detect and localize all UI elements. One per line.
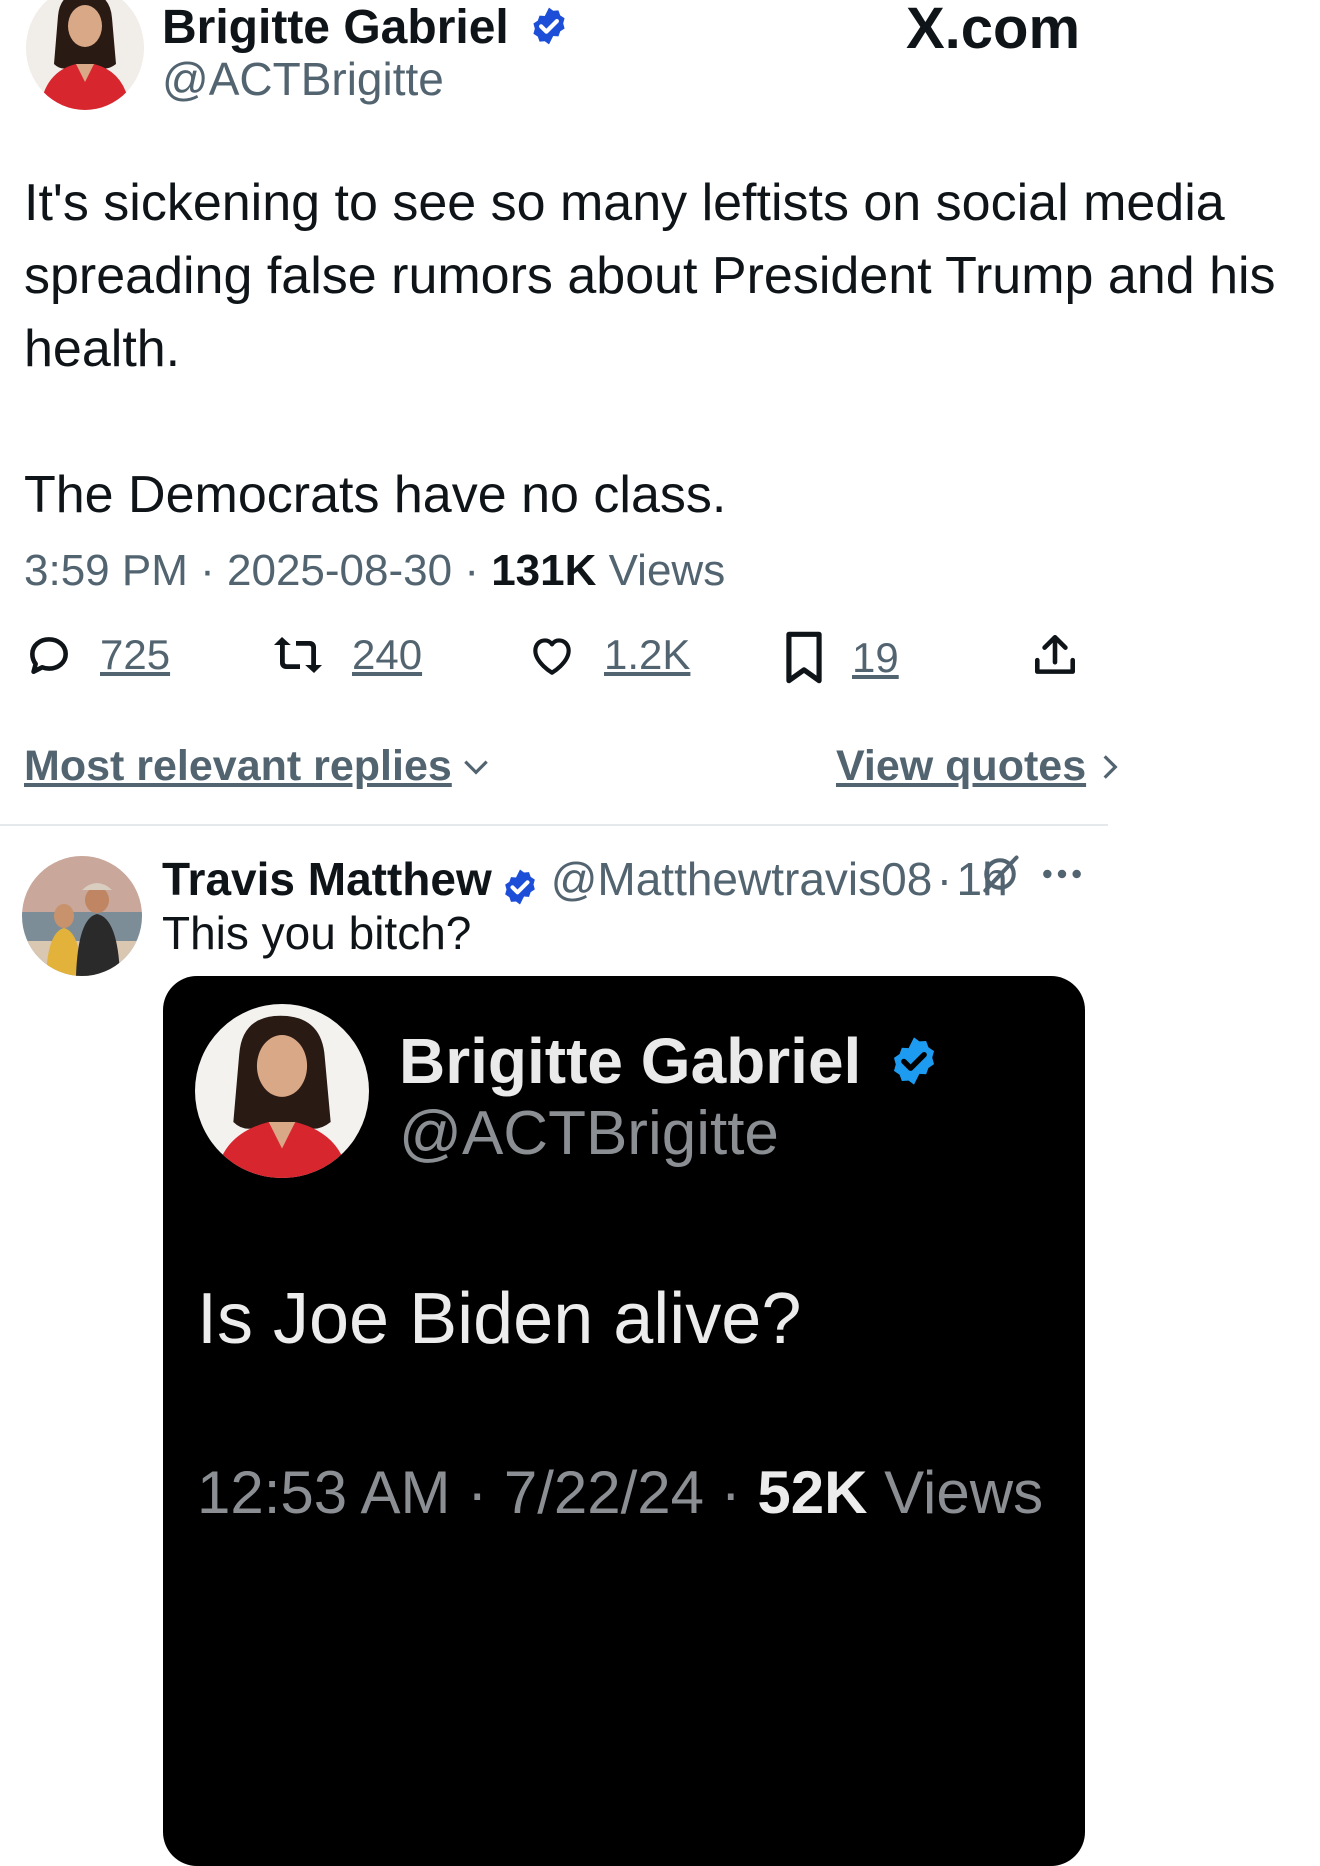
author-name-text[interactable]: Brigitte Gabriel — [162, 1, 509, 54]
bookmark-count[interactable]: 19 — [852, 634, 899, 682]
reply-author-name[interactable]: Travis Matthew — [162, 853, 492, 905]
reply-button[interactable]: 725 — [24, 630, 170, 680]
reply-count[interactable]: 725 — [100, 631, 170, 679]
repost-count[interactable]: 240 — [352, 631, 422, 679]
quoted-author-avatar — [195, 1004, 369, 1178]
quoted-views-label: Views — [884, 1459, 1044, 1526]
sort-replies-label[interactable]: Most relevant replies — [24, 742, 452, 791]
repost-icon — [274, 637, 322, 673]
quoted-tweet-meta: 12:53 AM · 7/22/24 · 52K Views — [197, 1458, 1043, 1527]
views-count: 131K — [491, 546, 597, 595]
watermark-text: X.com — [906, 0, 1081, 61]
reply-header: Travis Matthew @Matthewtravis08 · 1h — [162, 852, 1008, 907]
tweet-time[interactable]: 3:59 PM — [24, 546, 188, 595]
quoted-author-handle: @ACTBrigitte — [399, 1099, 779, 1168]
author-name[interactable]: Brigitte Gabriel — [162, 4, 570, 52]
share-icon — [1035, 634, 1075, 674]
verified-badge-icon — [505, 869, 536, 905]
chevron-right-icon — [1103, 754, 1118, 779]
reply-text: This you bitch? — [162, 907, 472, 959]
like-count[interactable]: 1.2K — [604, 631, 690, 679]
share-button[interactable] — [1030, 630, 1080, 682]
view-quotes-link[interactable]: View quotes — [836, 742, 1126, 791]
sort-replies-dropdown[interactable]: Most relevant replies — [24, 742, 492, 791]
repost-button[interactable]: 240 — [270, 630, 422, 680]
like-icon — [533, 638, 571, 675]
reply-icon — [30, 637, 68, 674]
reply-author-avatar[interactable] — [22, 856, 142, 976]
bookmark-icon — [786, 631, 822, 684]
more-options-icon[interactable] — [1040, 858, 1084, 895]
view-quotes-label[interactable]: View quotes — [836, 742, 1086, 791]
meta-separator: · — [467, 1459, 488, 1526]
tweet-date[interactable]: 2025-08-30 — [227, 546, 452, 595]
tweet-meta: 3:59 PM · 2025-08-30 · 131K Views — [24, 546, 725, 596]
chevron-down-icon — [463, 760, 488, 775]
quoted-tweet-text: Is Joe Biden alive? — [197, 1279, 802, 1359]
quoted-author-name: Brigitte Gabriel — [399, 1024, 941, 1098]
bookmark-button[interactable]: 19 — [782, 630, 899, 686]
quoted-views-count: 52K — [757, 1459, 868, 1526]
verified-badge-icon — [533, 7, 565, 45]
tweet-text: It's sickening to see so many leftists o… — [24, 174, 1276, 524]
verified-badge-icon — [894, 1037, 935, 1085]
section-divider — [0, 824, 1108, 826]
meta-separator: · — [464, 546, 479, 595]
author-avatar[interactable] — [26, 0, 144, 110]
quoted-time: 12:53 AM — [197, 1459, 451, 1526]
meta-separator: · — [936, 853, 953, 905]
reply-media-image[interactable]: Brigitte Gabriel @ACTBrigitte Is Joe Bid… — [163, 976, 1085, 1866]
meta-separator: · — [200, 546, 215, 595]
quoted-author-name-text: Brigitte Gabriel — [399, 1025, 862, 1097]
grok-icon[interactable] — [978, 852, 1022, 901]
meta-separator: · — [720, 1459, 741, 1526]
author-handle[interactable]: @ACTBrigitte — [162, 56, 444, 102]
quoted-date: 7/22/24 — [503, 1459, 705, 1526]
views-label: Views — [608, 546, 726, 595]
like-button[interactable]: 1.2K — [526, 630, 690, 680]
reply-author-handle[interactable]: @Matthewtravis08 — [551, 853, 933, 905]
